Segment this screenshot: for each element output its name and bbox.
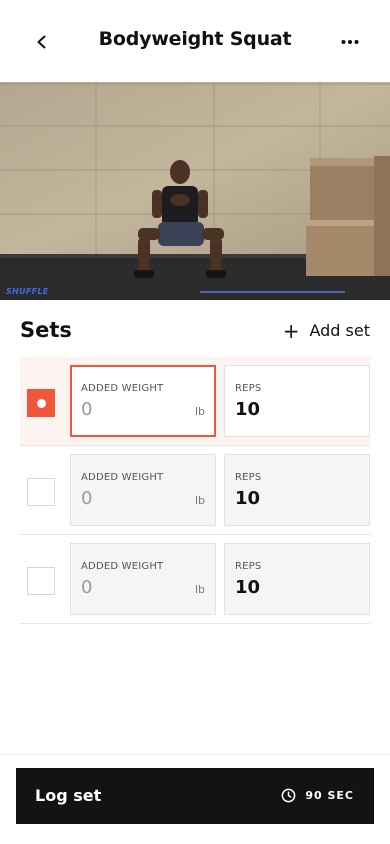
clock-icon [282, 788, 296, 803]
reps-value: 10 [235, 488, 261, 509]
more-horizontal-icon [341, 40, 359, 44]
reps-label: REPS [235, 383, 262, 394]
reps-field[interactable]: REPS 10 [224, 365, 370, 437]
reps-value: 10 [235, 577, 261, 598]
checked-dot-icon [36, 398, 46, 408]
reps-field[interactable]: REPS 10 [224, 454, 370, 526]
sets-header: Sets + Add set [20, 318, 370, 348]
set-row: ADDED WEIGHT 0 lb REPS 10 [20, 446, 370, 535]
added-weight-field[interactable]: ADDED WEIGHT 0 lb [70, 454, 216, 526]
log-set-button[interactable]: Log set 90 SEC [16, 768, 374, 824]
set-checkbox[interactable] [27, 567, 55, 595]
set-row: ADDED WEIGHT 0 lb REPS 10 [20, 357, 370, 446]
plus-icon: + [282, 318, 300, 343]
log-set-label: Log set [35, 786, 102, 805]
weight-unit: lb [194, 583, 205, 596]
page-title: Bodyweight Squat [98, 28, 292, 50]
added-weight-field[interactable]: ADDED WEIGHT 0 lb [70, 543, 216, 615]
set-row: ADDED WEIGHT 0 lb REPS 10 [20, 535, 370, 624]
reps-field[interactable]: REPS 10 [224, 543, 370, 615]
added-weight-label: ADDED WEIGHT [81, 561, 164, 572]
video-watermark: SHUFFLE [6, 287, 49, 296]
reps-value: 10 [235, 399, 261, 420]
rest-timer: 90 SEC [281, 788, 354, 803]
added-weight-value: 0 [81, 577, 93, 598]
top-bar: Bodyweight Squat [0, 0, 390, 82]
added-weight-label: ADDED WEIGHT [81, 472, 164, 483]
timer-label: 90 SEC [305, 789, 354, 802]
add-set-label: Add set [309, 321, 370, 340]
exercise-video-frame [0, 82, 390, 300]
added-weight-field[interactable]: ADDED WEIGHT 0 lb [70, 365, 216, 437]
reps-label: REPS [235, 561, 262, 572]
set-checkbox[interactable] [27, 389, 55, 417]
added-weight-value: 0 [81, 399, 93, 420]
weight-unit: lb [194, 405, 205, 418]
more-options-button[interactable] [336, 28, 364, 56]
add-set-button[interactable]: + Add set [282, 318, 370, 343]
weight-unit: lb [194, 494, 205, 507]
added-weight-value: 0 [81, 488, 93, 509]
added-weight-label: ADDED WEIGHT [81, 383, 164, 394]
set-checkbox[interactable] [27, 478, 55, 506]
sets-title: Sets [20, 318, 72, 342]
reps-label: REPS [235, 472, 262, 483]
footer-divider [0, 754, 390, 755]
exercise-video[interactable]: SHUFFLE [0, 82, 390, 300]
